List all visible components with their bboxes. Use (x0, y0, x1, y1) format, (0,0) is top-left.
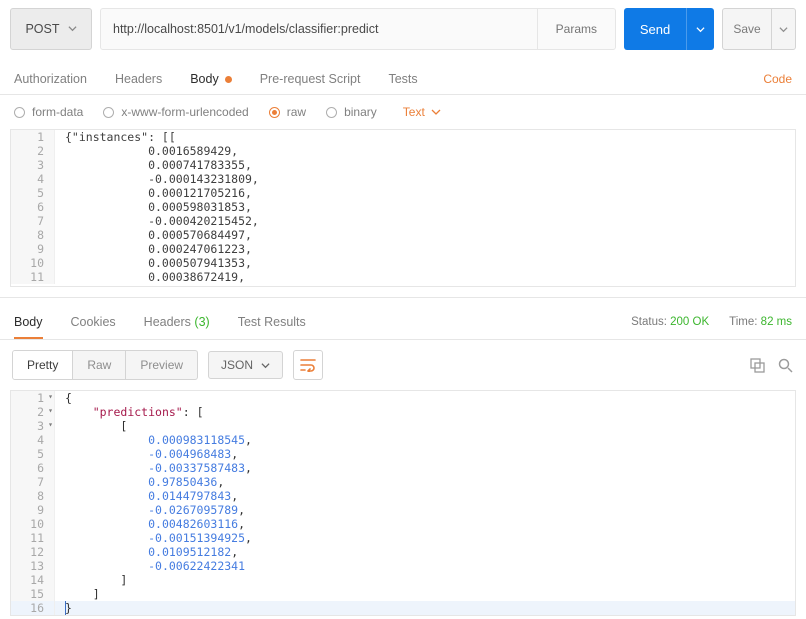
tab-headers[interactable]: Headers (115, 64, 162, 94)
request-bar: POST Params Send Save (0, 0, 806, 50)
response-actions (748, 356, 794, 374)
code-line[interactable]: 2 0.0016589429, (11, 144, 795, 158)
code-line[interactable]: 7 -0.000420215452, (11, 214, 795, 228)
wrap-icon (300, 358, 316, 372)
view-preview[interactable]: Preview (125, 351, 197, 379)
code-line[interactable]: 15 ] (11, 587, 795, 601)
code-line[interactable]: 8 0.000570684497, (11, 228, 795, 242)
url-box: Params (100, 8, 616, 50)
tab-body[interactable]: Body (190, 64, 232, 94)
code-line[interactable]: 10 0.00482603116, (11, 517, 795, 531)
code-line[interactable]: 4 -0.000143231809, (11, 172, 795, 186)
code-line[interactable]: 6 -0.00337587483, (11, 461, 795, 475)
request-body-editor[interactable]: 1{"instances": [[2 0.0016589429,3 0.0007… (10, 129, 796, 287)
method-selector[interactable]: POST (10, 8, 92, 50)
chevron-down-icon (68, 22, 77, 36)
status-value: 200 OK (670, 316, 709, 328)
code-line[interactable]: 9 -0.0267095789, (11, 503, 795, 517)
code-line[interactable]: 4 0.000983118545, (11, 433, 795, 447)
code-line[interactable]: 3▾ [ (11, 419, 795, 433)
code-line[interactable]: 8 0.0144797843, (11, 489, 795, 503)
code-line[interactable]: 13 -0.00622422341 (11, 559, 795, 573)
response-tab-strip: Body Cookies Headers (3) Test Results St… (0, 305, 806, 340)
code-line[interactable]: 9 0.000247061223, (11, 242, 795, 256)
response-status: Status: 200 OK Time: 82 ms (631, 316, 792, 328)
tab-tests[interactable]: Tests (388, 64, 417, 94)
search-button[interactable] (776, 356, 794, 374)
raw-type-selector[interactable]: Text (403, 105, 441, 119)
url-input[interactable] (101, 9, 537, 49)
time-value: 82 ms (761, 316, 792, 328)
save-button[interactable]: Save (723, 9, 771, 49)
chevron-down-icon (431, 107, 441, 117)
request-tab-strip: Authorization Headers Body Pre-request S… (0, 64, 806, 95)
code-line[interactable]: 16} (11, 601, 795, 615)
body-type-strip: form-data x-www-form-urlencoded raw bina… (0, 95, 806, 119)
code-line[interactable]: 5 -0.004968483, (11, 447, 795, 461)
radio-urlencoded[interactable]: x-www-form-urlencoded (103, 105, 248, 119)
tab-prerequest[interactable]: Pre-request Script (260, 64, 361, 94)
send-button[interactable]: Send (624, 8, 686, 50)
copy-icon (750, 358, 765, 373)
code-line[interactable]: 1▾{ (11, 391, 795, 405)
code-line[interactable]: 11 -0.00151394925, (11, 531, 795, 545)
tab-body-label: Body (190, 72, 219, 86)
radio-form-data[interactable]: form-data (14, 105, 83, 119)
params-button[interactable]: Params (537, 9, 615, 49)
view-raw[interactable]: Raw (72, 351, 125, 379)
headers-count: (3) (194, 315, 209, 329)
unsaved-dot-icon (225, 76, 232, 83)
code-line[interactable]: 7 0.97850436, (11, 475, 795, 489)
view-mode-group: Pretty Raw Preview (12, 350, 198, 380)
search-icon (778, 358, 793, 373)
radio-binary[interactable]: binary (326, 105, 377, 119)
code-line[interactable]: 12 0.0109512182, (11, 545, 795, 559)
wrap-lines-button[interactable] (293, 350, 323, 380)
response-toolbar: Pretty Raw Preview JSON (0, 340, 806, 390)
code-line[interactable]: 2▾ "predictions": [ (11, 405, 795, 419)
copy-button[interactable] (748, 356, 766, 374)
code-line[interactable]: 10 0.000507941353, (11, 256, 795, 270)
code-line[interactable]: 11 0.00038672419, (11, 270, 795, 284)
send-dropdown[interactable] (686, 8, 714, 50)
method-label: POST (25, 22, 59, 36)
resp-tab-cookies[interactable]: Cookies (71, 305, 116, 339)
save-button-group: Save (722, 8, 796, 50)
code-line[interactable]: 14 ] (11, 573, 795, 587)
format-selector[interactable]: JSON (208, 351, 283, 379)
response-body-editor[interactable]: 1▾{2▾ "predictions": [3▾ [4 0.0009831185… (10, 390, 796, 616)
save-dropdown[interactable] (771, 9, 795, 49)
send-button-group: Send (624, 8, 714, 50)
code-line[interactable]: 5 0.000121705216, (11, 186, 795, 200)
code-link[interactable]: Code (763, 64, 792, 94)
radio-raw[interactable]: raw (269, 105, 306, 119)
resp-tab-body[interactable]: Body (14, 305, 43, 339)
code-line[interactable]: 3 0.000741783355, (11, 158, 795, 172)
view-pretty[interactable]: Pretty (13, 351, 72, 379)
code-line[interactable]: 1{"instances": [[ (11, 130, 795, 144)
resp-tab-headers[interactable]: Headers (3) (144, 305, 210, 339)
code-line[interactable]: 6 0.000598031853, (11, 200, 795, 214)
tab-authorization[interactable]: Authorization (14, 64, 87, 94)
pane-separator[interactable] (0, 297, 806, 305)
chevron-down-icon (261, 361, 270, 370)
resp-tab-tests[interactable]: Test Results (238, 305, 306, 339)
